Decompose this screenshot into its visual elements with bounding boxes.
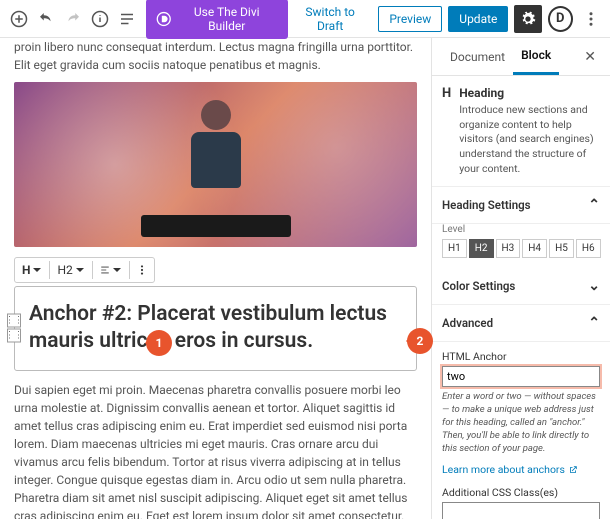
- annotation-pin-1: 1: [146, 330, 172, 356]
- update-button[interactable]: Update: [448, 6, 508, 32]
- heading-level-h2[interactable]: H2: [52, 260, 89, 280]
- divi-builder-button[interactable]: Use The Divi Builder: [146, 0, 288, 39]
- anchor-help: Enter a word or two — without spaces — t…: [442, 391, 600, 455]
- heading-block[interactable]: ⋮⋮ ⋮⋮ Anchor #2: Placerat vestibulum lec…: [14, 286, 417, 371]
- anchor-label: HTML Anchor: [442, 350, 600, 363]
- outline-button[interactable]: [115, 6, 140, 32]
- level-h6[interactable]: H6: [576, 239, 601, 258]
- divi-logo-icon[interactable]: D: [548, 6, 573, 32]
- block-description: Introduce new sections and organize cont…: [459, 103, 600, 176]
- body-paragraph[interactable]: Dui sapien eget mi proin. Maecenas phare…: [14, 381, 417, 519]
- divi-label: Use The Divi Builder: [176, 5, 278, 33]
- hero-image[interactable]: [14, 82, 417, 247]
- color-settings-header[interactable]: Color Settings⌄: [432, 268, 610, 305]
- level-h3[interactable]: H3: [496, 239, 521, 258]
- intro-paragraph[interactable]: proin libero nunc consequat interdum. Le…: [14, 38, 417, 74]
- level-h2[interactable]: H2: [469, 239, 494, 258]
- chevron-up-icon: ⌃: [588, 197, 600, 213]
- anchor-learn-link[interactable]: Learn more about anchors: [442, 463, 578, 476]
- block-type-heading[interactable]: H: [17, 260, 47, 280]
- css-label: Additional CSS Class(es): [442, 486, 600, 499]
- settings-button[interactable]: [514, 5, 541, 33]
- heading-text[interactable]: Anchor #2: Placerat vestibulum lectus ma…: [29, 301, 402, 356]
- undo-button[interactable]: [33, 6, 58, 32]
- level-h4[interactable]: H4: [522, 239, 547, 258]
- heading-settings-header[interactable]: Heading Settings⌃: [432, 187, 610, 224]
- preview-button[interactable]: Preview: [378, 6, 442, 32]
- block-toolbar: H H2: [14, 257, 155, 283]
- chevron-up-icon: ⌃: [588, 315, 600, 331]
- sidebar-close-button[interactable]: ✕: [580, 38, 600, 75]
- level-buttons: H1 H2 H3 H4 H5 H6: [442, 239, 600, 258]
- chevron-down-icon: ⌄: [588, 278, 600, 294]
- level-h1[interactable]: H1: [442, 239, 467, 258]
- level-h5[interactable]: H5: [549, 239, 574, 258]
- heading-icon: H: [442, 86, 451, 104]
- annotation-pin-2: 2: [407, 328, 433, 354]
- move-down-handle[interactable]: ⋮⋮: [7, 329, 21, 343]
- block-more-button[interactable]: [132, 262, 152, 278]
- more-menu-button[interactable]: [579, 6, 604, 32]
- tab-block[interactable]: Block: [513, 38, 559, 75]
- anchor-input[interactable]: [442, 366, 600, 387]
- redo-button[interactable]: [60, 6, 85, 32]
- switch-draft-link[interactable]: Switch to Draft: [292, 5, 368, 33]
- advanced-header[interactable]: Advanced⌃: [432, 305, 610, 342]
- level-label: Level: [442, 224, 600, 235]
- align-button[interactable]: [95, 262, 127, 278]
- add-block-button[interactable]: [6, 6, 31, 32]
- move-up-handle[interactable]: ⋮⋮: [7, 314, 21, 328]
- info-button[interactable]: [88, 6, 113, 32]
- tab-document[interactable]: Document: [442, 38, 513, 75]
- block-title: Heading: [459, 86, 504, 100]
- css-input[interactable]: [442, 502, 600, 519]
